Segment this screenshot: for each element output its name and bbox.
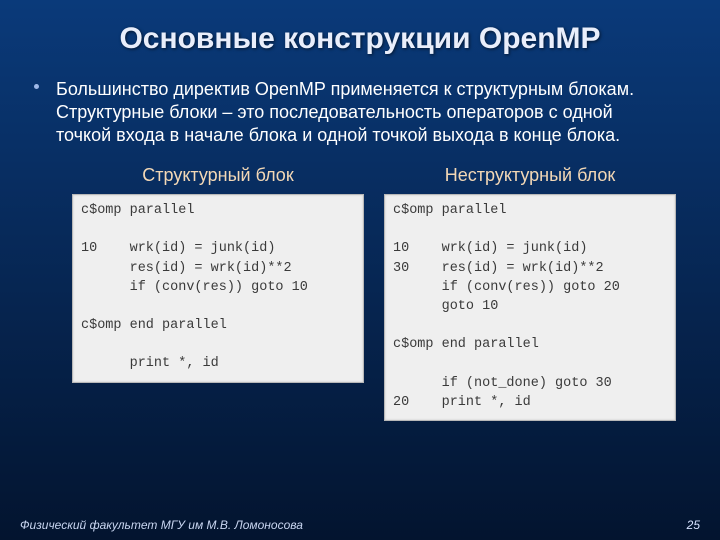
left-column: Структурный блок c$omp parallel 10 wrk(i… [72, 165, 364, 421]
right-column: Неструктурный блок c$omp parallel 10 wrk… [384, 165, 676, 421]
code-columns: Структурный блок c$omp parallel 10 wrk(i… [0, 147, 720, 421]
bullet-paragraph: Большинство директив OpenMP применяется … [0, 74, 720, 147]
left-code-block: c$omp parallel 10 wrk(id) = junk(id) res… [72, 194, 364, 382]
footer-affiliation: Физический факультет МГУ им М.В. Ломонос… [20, 518, 303, 532]
right-heading: Неструктурный блок [384, 165, 676, 186]
footer: Физический факультет МГУ им М.В. Ломонос… [0, 518, 720, 532]
left-heading: Структурный блок [72, 165, 364, 186]
page-number: 25 [687, 518, 700, 532]
bullet-dot-icon [34, 84, 39, 89]
right-code-block: c$omp parallel 10 wrk(id) = junk(id) 30 … [384, 194, 676, 421]
slide-title: Основные конструкции OpenMP [0, 0, 720, 74]
bullet-text: Большинство директив OpenMP применяется … [56, 79, 634, 145]
